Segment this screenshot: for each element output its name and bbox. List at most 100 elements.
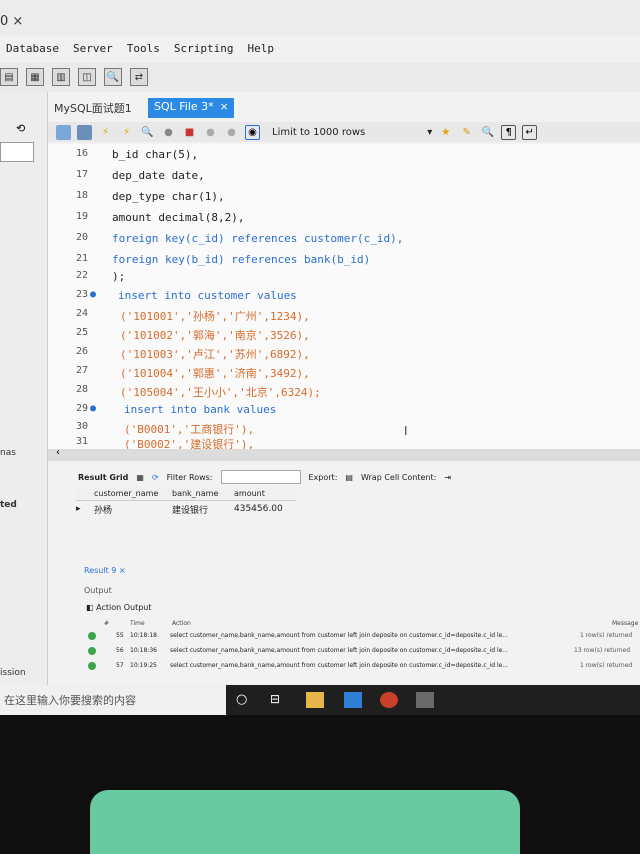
line-number: 29: [75, 403, 88, 414]
column-header[interactable]: amount: [234, 489, 294, 498]
grid-header: customer_name bank_name amount: [76, 487, 296, 501]
menu-database[interactable]: Database: [6, 42, 59, 55]
open-file-icon[interactable]: [56, 124, 71, 140]
action-output-select[interactable]: ◧ Action Output: [86, 603, 152, 612]
window-title-fragment: 0 ×: [0, 14, 24, 29]
screen: 0 × Database Server Tools Scripting Help…: [0, 0, 640, 740]
schema-icon[interactable]: ▦: [26, 68, 44, 86]
column-header[interactable]: bank_name: [172, 489, 234, 498]
find-icon[interactable]: 🔍: [480, 125, 495, 140]
output-row[interactable]: 55 10:18:18 select customer_name,bank_na…: [88, 630, 640, 644]
menu-tools[interactable]: Tools: [127, 42, 160, 55]
scroll-left-icon[interactable]: ‹: [56, 447, 60, 458]
close-icon[interactable]: ×: [219, 100, 228, 113]
execute-current-icon[interactable]: ⚡: [119, 125, 134, 140]
rollback-icon[interactable]: ●: [224, 125, 239, 140]
line-number: 26: [75, 346, 88, 357]
result-grid-label[interactable]: Result Grid: [78, 473, 128, 482]
editor-toolbar: ⚡ ⚡ 🔍 ● ■ ● ● ◉ Limit to 1000 rows ▾ ★ ✎…: [48, 122, 640, 142]
execute-icon[interactable]: ⚡: [98, 125, 113, 140]
search-icon[interactable]: 🔍: [104, 68, 122, 86]
statement-marker-icon: ●: [90, 403, 97, 414]
col-message: Message: [612, 620, 639, 627]
workbench-icon[interactable]: [416, 692, 434, 708]
mail-icon[interactable]: [344, 692, 362, 708]
wrap-icon[interactable]: ↵: [522, 124, 538, 140]
bookmark-icon[interactable]: ★: [438, 125, 453, 140]
commit-icon[interactable]: ●: [203, 125, 218, 140]
line-number: 19: [75, 211, 88, 222]
editor-horizontal-scrollbar[interactable]: ‹: [48, 447, 640, 461]
column-header[interactable]: customer_name: [94, 489, 172, 498]
action-output-label: Action Output: [96, 603, 152, 612]
success-icon: [88, 647, 96, 655]
menu-scripting[interactable]: Scripting: [174, 42, 234, 55]
refresh-icon[interactable]: ⟲: [16, 122, 25, 135]
browser-icon[interactable]: [380, 692, 398, 708]
cell[interactable]: 435456.00: [234, 504, 294, 514]
sql-editor[interactable]: 16 b_id char(5), 17 dep_date date, 18 de…: [48, 144, 640, 449]
chevron-down-icon: ▾: [427, 126, 433, 138]
grid-view-icon[interactable]: ▦: [136, 473, 144, 482]
refresh-icon[interactable]: ⟳: [152, 473, 159, 482]
navigator-filter-input[interactable]: [0, 142, 34, 162]
output-row[interactable]: 57 10:19:25 select customer_name,bank_na…: [88, 660, 640, 674]
tab-sql-file-3[interactable]: SQL File 3* ×: [148, 98, 234, 118]
line-number: 18: [75, 190, 88, 201]
code-text: );: [112, 270, 126, 283]
code-line: 28 ('105004','王小小','北京',6324);: [48, 384, 640, 404]
stop-icon[interactable]: ●: [161, 125, 176, 140]
file-explorer-icon[interactable]: [306, 692, 324, 708]
toggle-error-icon[interactable]: ■: [182, 125, 197, 140]
title-bar: 0 ×: [0, 0, 640, 36]
menu-server[interactable]: Server: [73, 42, 113, 55]
code-text: foreign key(b_id) references bank(b_id): [112, 253, 371, 266]
output-time: 10:18:18: [130, 632, 157, 639]
line-number: 25: [75, 327, 88, 338]
wrap-cell-icon[interactable]: ⇥: [444, 473, 451, 482]
inspect-icon[interactable]: ◫: [78, 68, 96, 86]
code-line: 16 b_id char(5),: [48, 148, 640, 168]
success-icon: [88, 632, 96, 640]
save-icon[interactable]: [77, 124, 92, 140]
explain-icon[interactable]: 🔍: [140, 125, 155, 140]
menu-help[interactable]: Help: [247, 42, 274, 55]
autocommit-icon[interactable]: ◉: [245, 124, 260, 140]
export-icon[interactable]: ▤: [345, 473, 353, 482]
result-grid: customer_name bank_name amount ▸ 孙杨 建设银行…: [76, 487, 296, 517]
output-row[interactable]: 56 10:18:36 select customer_name,bank_na…: [88, 645, 640, 659]
sql-icon[interactable]: ▤: [0, 68, 18, 86]
output-n: 55: [116, 632, 124, 639]
code-text: ('B0001','工商银行'),: [124, 423, 255, 436]
tab-mysql-interview[interactable]: MySQL面试题1: [48, 98, 138, 118]
beautify-icon[interactable]: ✎: [459, 125, 474, 140]
line-number: 17: [75, 169, 88, 180]
filter-rows-input[interactable]: [220, 470, 301, 484]
limit-rows-select[interactable]: Limit to 1000 rows ▾: [272, 127, 432, 138]
task-view-icon[interactable]: ⊟: [270, 692, 288, 708]
table-row[interactable]: ▸ 孙杨 建设银行 435456.00: [76, 501, 296, 517]
sidebar-label-ission: ission: [0, 668, 26, 678]
code-text: amount decimal(8,2),: [112, 211, 245, 224]
desk-object: [90, 790, 520, 854]
result-tab[interactable]: Result 9 ×: [84, 566, 126, 575]
col-action: Action: [172, 620, 191, 627]
reconnect-icon[interactable]: ⇄: [130, 68, 148, 86]
main-toolbar: ▤ ▦ ▥ ◫ 🔍 ⇄: [0, 62, 640, 92]
code-line: 25 ('101002','郭海','南京',3526),: [48, 327, 640, 347]
code-text: dep_type char(1),: [112, 190, 225, 203]
code-text: insert into bank values: [124, 403, 277, 416]
invisible-chars-icon[interactable]: ¶: [501, 124, 517, 140]
cortana-icon[interactable]: ○: [236, 692, 254, 708]
statement-marker-icon: ●: [90, 289, 97, 300]
cell[interactable]: 孙杨: [94, 503, 172, 516]
code-text: ('101002','郭海','南京',3526),: [120, 329, 310, 342]
cell[interactable]: 建设银行: [172, 503, 234, 516]
row-pointer-icon: ▸: [76, 504, 81, 514]
line-number: 21: [75, 253, 88, 264]
filter-rows-label: Filter Rows:: [166, 472, 213, 482]
table-icon[interactable]: ▥: [52, 68, 70, 86]
taskbar-search-input[interactable]: 在这里输入你要搜索的内容: [0, 685, 226, 715]
code-line: 31 ('B0002','建设银行'),: [48, 436, 640, 449]
code-line: 18 dep_type char(1),: [48, 190, 640, 210]
